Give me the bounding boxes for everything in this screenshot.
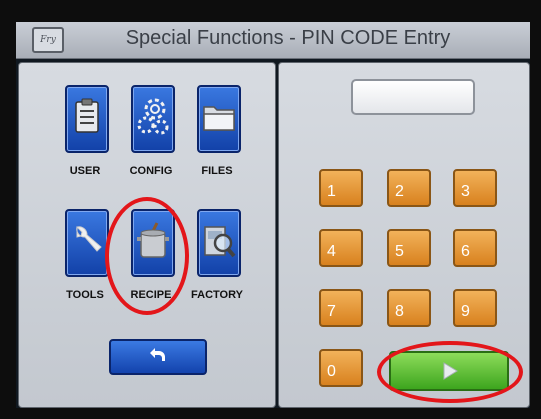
key-7[interactable]: 7 — [319, 289, 363, 327]
key-3-label: 3 — [461, 183, 470, 200]
device-bezel: Fry Special Functions - PIN CODE Entry U… — [0, 0, 541, 419]
files-tile[interactable] — [197, 85, 241, 153]
tools-label: TOOLS — [66, 289, 104, 301]
pin-display-field[interactable] — [351, 79, 475, 115]
recipe-label: RECIPE — [130, 289, 172, 301]
back-button[interactable] — [109, 339, 207, 375]
gears-icon — [137, 98, 169, 135]
pin-entry-panel: 1 2 3 4 5 6 7 8 9 0 — [278, 62, 530, 408]
user-label: USER — [69, 165, 101, 177]
key-4-label: 4 — [327, 243, 336, 260]
key-8-label: 8 — [395, 303, 404, 320]
key-1[interactable]: 1 — [319, 169, 363, 207]
key-8[interactable]: 8 — [387, 289, 431, 327]
key-4[interactable]: 4 — [319, 229, 363, 267]
config-button[interactable]: CONFIG — [123, 85, 179, 177]
factory-label: FACTORY — [191, 289, 243, 301]
config-tile[interactable] — [131, 85, 175, 153]
factory-inspect-icon — [204, 226, 236, 258]
key-6-label: 6 — [461, 243, 470, 260]
title-bar: Fry Special Functions - PIN CODE Entry — [16, 22, 530, 59]
key-3[interactable]: 3 — [453, 169, 497, 207]
key-2-label: 2 — [395, 183, 404, 200]
screen: Fry Special Functions - PIN CODE Entry U… — [16, 22, 530, 408]
key-7-label: 7 — [327, 303, 336, 320]
key-0-label: 0 — [327, 363, 336, 380]
recipe-button[interactable]: RECIPE — [123, 209, 179, 301]
enter-button[interactable] — [389, 351, 509, 391]
tools-tile[interactable] — [65, 209, 109, 277]
key-9-label: 9 — [461, 303, 470, 320]
key-5-label: 5 — [395, 243, 404, 260]
key-0[interactable]: 0 — [319, 349, 363, 387]
key-1-label: 1 — [327, 183, 336, 200]
factory-tile[interactable] — [197, 209, 241, 277]
function-panel: USER CONFIG FILES TOOLS RECIPE FACTORY — [18, 62, 276, 408]
factory-button[interactable]: FACTORY — [189, 209, 245, 301]
key-9[interactable]: 9 — [453, 289, 497, 327]
key-6[interactable]: 6 — [453, 229, 497, 267]
back-arrow-icon — [150, 348, 165, 361]
key-2[interactable]: 2 — [387, 169, 431, 207]
stockpot-icon — [137, 222, 169, 258]
folder-icon — [203, 106, 235, 131]
user-tile[interactable] — [65, 85, 109, 153]
page-title: Special Functions - PIN CODE Entry — [125, 27, 451, 49]
key-5[interactable]: 5 — [387, 229, 431, 267]
files-button[interactable]: FILES — [189, 85, 245, 177]
recipe-tile[interactable] — [131, 209, 175, 277]
right-arrow-icon — [443, 362, 458, 380]
files-label: FILES — [201, 165, 233, 177]
clipboard-icon — [75, 98, 99, 133]
wrench-icon — [76, 226, 102, 252]
user-button[interactable]: USER — [57, 85, 113, 177]
config-label: CONFIG — [129, 165, 173, 177]
tools-button[interactable]: TOOLS — [57, 209, 113, 301]
